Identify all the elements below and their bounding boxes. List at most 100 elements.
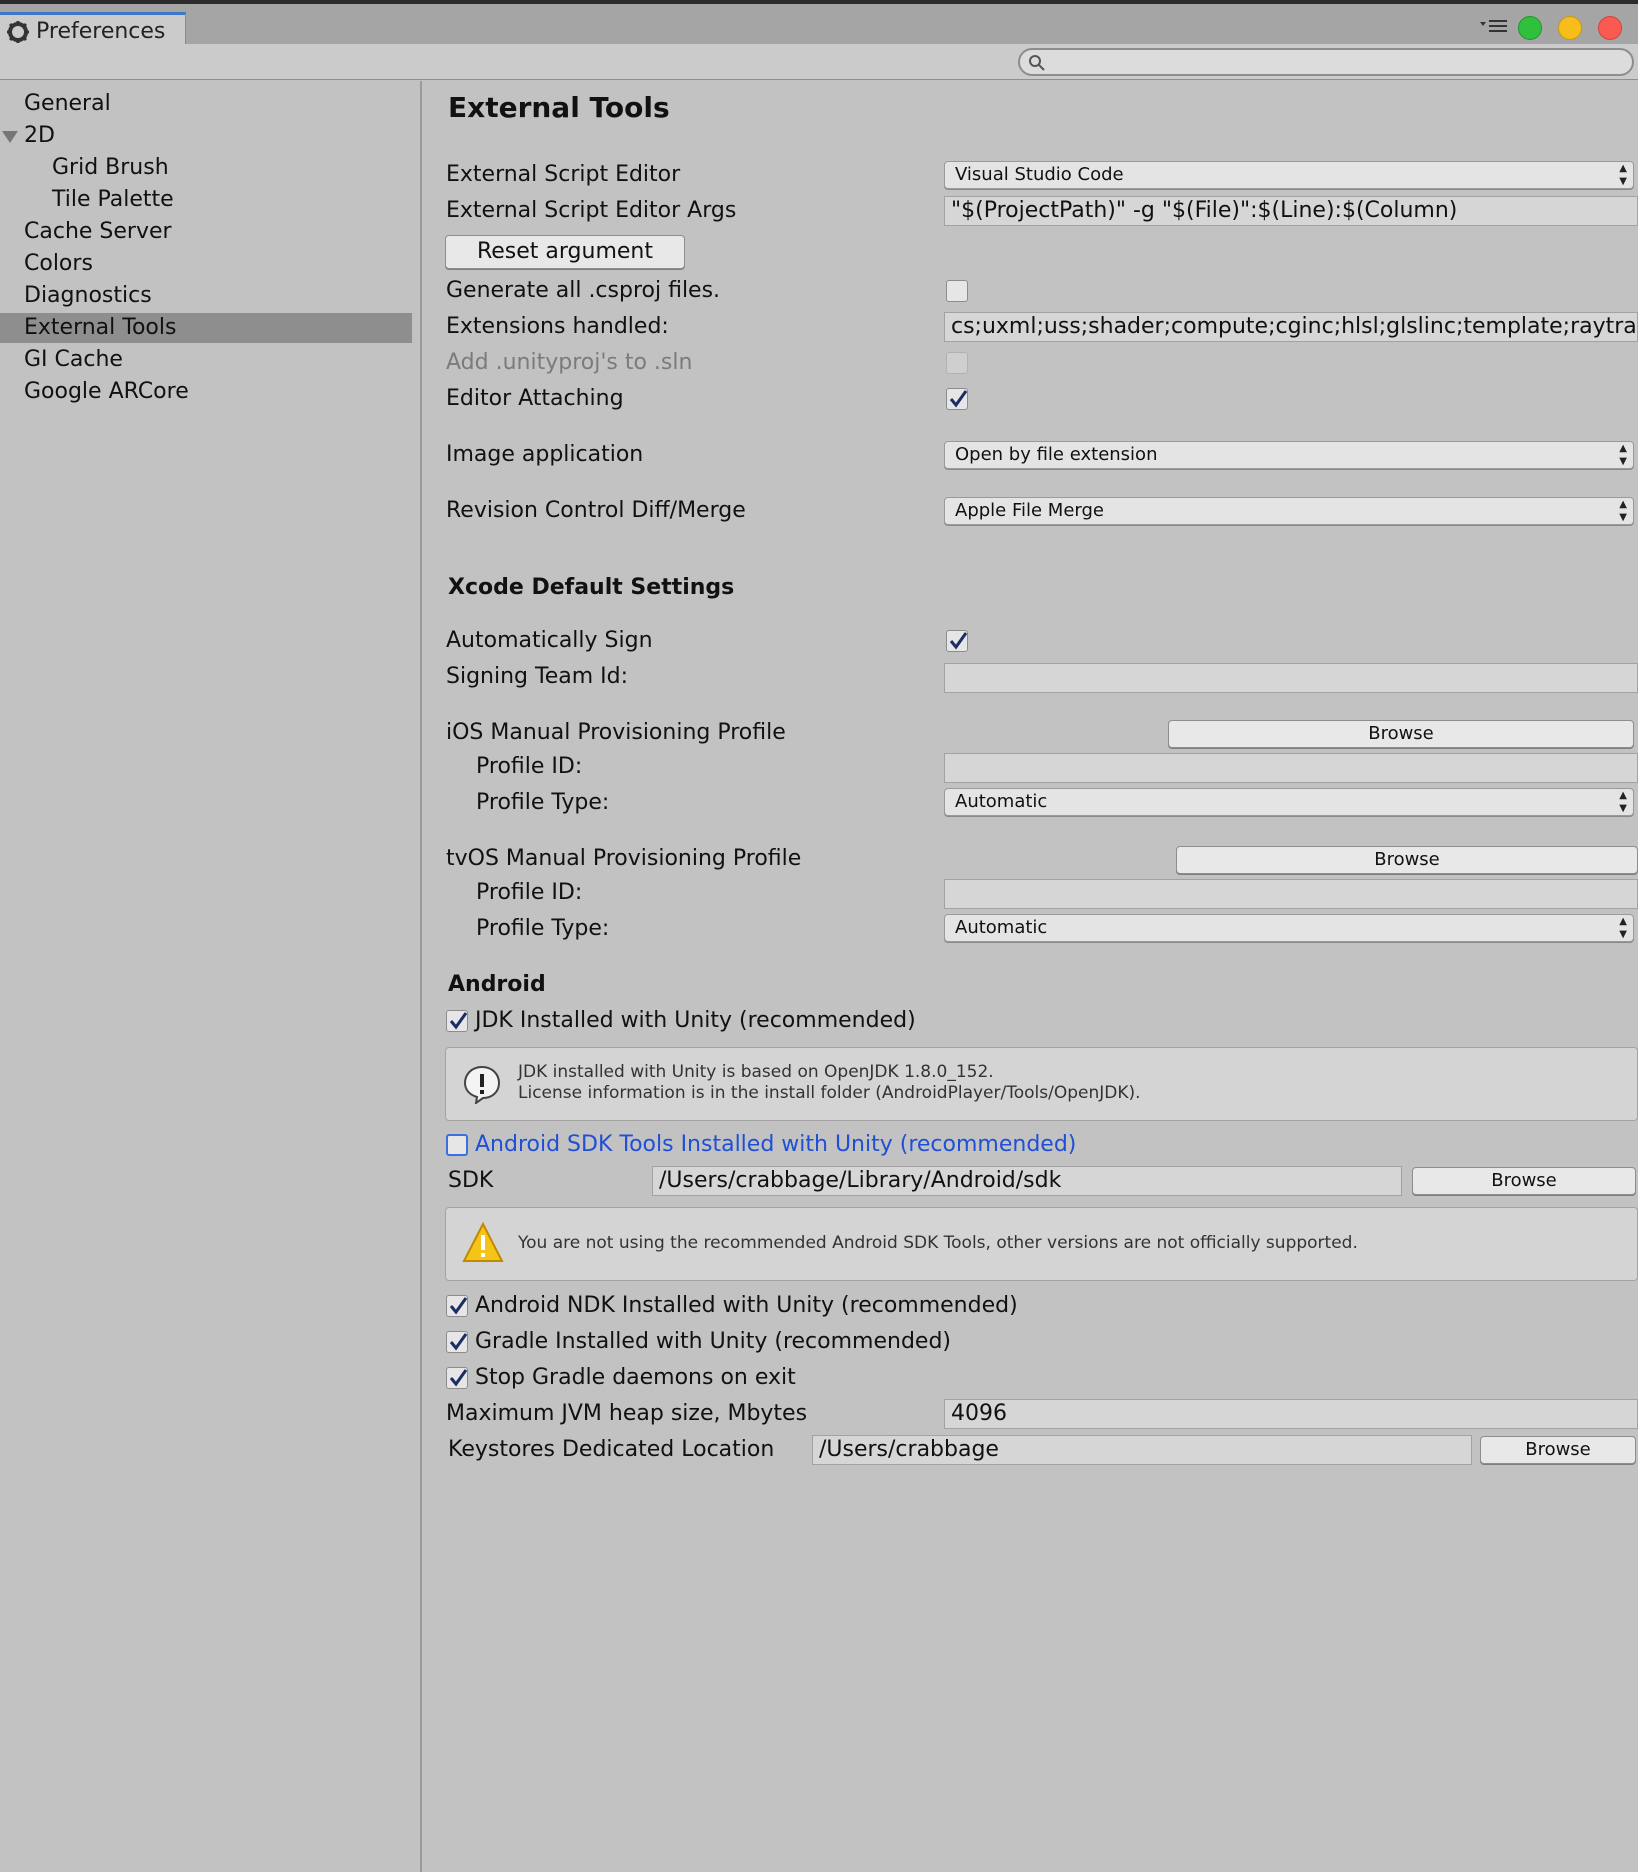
- external-script-editor-args-label: External Script Editor Args: [446, 198, 737, 223]
- search-icon: [1029, 55, 1045, 71]
- preferences-tab[interactable]: Preferences: [0, 12, 186, 48]
- add-unityproj-label: Add .unityproj's to .sln: [446, 350, 693, 375]
- ios-profile-type-label: Profile Type:: [476, 790, 610, 815]
- chevron-down-icon[interactable]: [2, 131, 18, 143]
- sidebar-item-colors[interactable]: Colors: [0, 249, 412, 279]
- sidebar-item-gi-cache[interactable]: GI Cache: [0, 345, 412, 375]
- sdk-path-field[interactable]: /Users/crabbage/Library/Android/sdk: [652, 1166, 1402, 1196]
- external-script-editor-dropdown[interactable]: Visual Studio Code ▲ ▼: [944, 161, 1634, 189]
- tvos-profile-id-label: Profile ID:: [476, 880, 583, 905]
- generate-csproj-label: Generate all .csproj files.: [446, 278, 721, 303]
- minimize-button[interactable]: [1558, 16, 1582, 40]
- reset-argument-button[interactable]: Reset argument: [445, 235, 685, 269]
- stop-gradle-checkbox[interactable]: [446, 1367, 468, 1389]
- sdk-label: SDK: [448, 1168, 494, 1193]
- tvos-profile-id-field[interactable]: [944, 879, 1638, 909]
- sidebar-item-external-tools[interactable]: External Tools: [0, 313, 412, 343]
- close-button[interactable]: [1598, 16, 1622, 40]
- revision-control-label: Revision Control Diff/Merge: [446, 498, 746, 523]
- window-title-bar: Preferences: [0, 0, 1638, 48]
- tvos-profile-type-dropdown[interactable]: Automatic ▲ ▼: [944, 914, 1634, 942]
- dropdown-value: Automatic: [955, 791, 1048, 812]
- sidebar: General 2D Grid Brush Tile Palette Cache…: [0, 81, 422, 1872]
- editor-attaching-label: Editor Attaching: [446, 386, 624, 411]
- sidebar-item-general[interactable]: General: [0, 89, 412, 119]
- sidebar-item-2d[interactable]: 2D: [0, 121, 412, 151]
- chevron-updown-icon: ▲ ▼: [1619, 790, 1627, 814]
- ios-browse-button[interactable]: Browse: [1168, 720, 1634, 748]
- chevron-updown-icon: ▲ ▼: [1619, 916, 1627, 940]
- sidebar-item-label: 2D: [24, 123, 55, 148]
- external-tools-panel: External Tools External Script Editor Vi…: [424, 81, 1638, 1872]
- external-script-editor-label: External Script Editor: [446, 162, 681, 187]
- keystores-browse-button[interactable]: Browse: [1480, 1436, 1636, 1464]
- window-menu-icon[interactable]: [1480, 18, 1508, 34]
- image-application-label: Image application: [446, 442, 644, 467]
- sidebar-item-google-arcore[interactable]: Google ARCore: [0, 377, 412, 407]
- page-title: External Tools: [448, 91, 670, 124]
- generate-csproj-checkbox[interactable]: [946, 280, 968, 302]
- gradle-label: Gradle Installed with Unity (recommended…: [475, 1329, 951, 1354]
- checkmark-icon: [449, 1012, 468, 1030]
- ios-profile-id-label: Profile ID:: [476, 754, 583, 779]
- sdk-browse-button[interactable]: Browse: [1412, 1167, 1636, 1195]
- auto-sign-checkbox[interactable]: [946, 630, 968, 652]
- search-input[interactable]: [1018, 48, 1634, 76]
- gradle-checkbox[interactable]: [446, 1331, 468, 1353]
- chevron-updown-icon: ▲ ▼: [1619, 499, 1627, 523]
- signing-team-field[interactable]: [944, 663, 1638, 693]
- tvos-profile-label: tvOS Manual Provisioning Profile: [446, 846, 802, 871]
- sidebar-item-tile-palette[interactable]: Tile Palette: [0, 185, 412, 215]
- signing-team-label: Signing Team Id:: [446, 664, 629, 689]
- image-application-dropdown[interactable]: Open by file extension ▲ ▼: [944, 441, 1634, 469]
- chevron-updown-icon: ▲ ▼: [1619, 443, 1627, 467]
- info-speech-icon: [463, 1065, 501, 1104]
- jvm-heap-label: Maximum JVM heap size, Mbytes: [446, 1401, 808, 1426]
- add-unityproj-checkbox: [946, 352, 968, 374]
- extensions-handled-field[interactable]: cs;uxml;uss;shader;compute;cginc;hlsl;gl…: [944, 312, 1638, 342]
- sdk-tools-checkbox[interactable]: [446, 1134, 468, 1156]
- checkmark-icon: [949, 390, 968, 408]
- ios-profile-label: iOS Manual Provisioning Profile: [446, 720, 786, 745]
- keystores-path-field[interactable]: /Users/crabbage: [812, 1435, 1472, 1465]
- tvos-browse-button[interactable]: Browse: [1176, 846, 1638, 874]
- jvm-heap-field[interactable]: 4096: [944, 1399, 1638, 1429]
- checkmark-icon: [949, 632, 968, 650]
- dropdown-value: Open by file extension: [955, 444, 1158, 465]
- jdk-info-box: JDK installed with Unity is based on Ope…: [445, 1047, 1638, 1121]
- sdk-warning-text: You are not using the recommended Androi…: [518, 1233, 1358, 1253]
- dropdown-value: Visual Studio Code: [955, 164, 1124, 185]
- checkmark-icon: [449, 1369, 468, 1387]
- sidebar-item-cache-server[interactable]: Cache Server: [0, 217, 412, 247]
- external-script-editor-args-field[interactable]: "$(ProjectPath)" -g "$(File)":$(Line):$(…: [944, 196, 1638, 226]
- ndk-checkbox[interactable]: [446, 1295, 468, 1317]
- warning-icon: [462, 1222, 504, 1262]
- revision-control-dropdown[interactable]: Apple File Merge ▲ ▼: [944, 497, 1634, 525]
- keystores-label: Keystores Dedicated Location: [448, 1437, 775, 1462]
- tab-title: Preferences: [36, 19, 166, 44]
- ndk-label: Android NDK Installed with Unity (recomm…: [475, 1293, 1018, 1318]
- sidebar-item-diagnostics[interactable]: Diagnostics: [0, 281, 412, 311]
- auto-sign-label: Automatically Sign: [446, 628, 653, 653]
- android-heading: Android: [448, 972, 546, 997]
- ios-profile-type-dropdown[interactable]: Automatic ▲ ▼: [944, 788, 1634, 816]
- ios-profile-id-field[interactable]: [944, 753, 1638, 783]
- extensions-handled-label: Extensions handled:: [446, 314, 669, 339]
- sdk-warning-box: You are not using the recommended Androi…: [445, 1207, 1638, 1281]
- dropdown-value: Automatic: [955, 917, 1048, 938]
- jdk-checkbox[interactable]: [446, 1010, 468, 1032]
- tvos-profile-type-label: Profile Type:: [476, 916, 610, 941]
- editor-attaching-checkbox[interactable]: [946, 388, 968, 410]
- xcode-heading: Xcode Default Settings: [448, 575, 735, 600]
- toolbar: [0, 44, 1638, 80]
- jdk-info-line-2: License information is in the install fo…: [518, 1083, 1141, 1103]
- stop-gradle-label: Stop Gradle daemons on exit: [475, 1365, 796, 1390]
- sidebar-item-grid-brush[interactable]: Grid Brush: [0, 153, 412, 183]
- gear-icon: [7, 21, 29, 43]
- chevron-updown-icon: ▲ ▼: [1619, 163, 1627, 187]
- maximize-button[interactable]: [1518, 16, 1542, 40]
- sdk-tools-label: Android SDK Tools Installed with Unity (…: [475, 1132, 1077, 1157]
- dropdown-value: Apple File Merge: [955, 500, 1104, 521]
- jdk-label: JDK Installed with Unity (recommended): [475, 1008, 916, 1033]
- checkmark-icon: [449, 1333, 468, 1351]
